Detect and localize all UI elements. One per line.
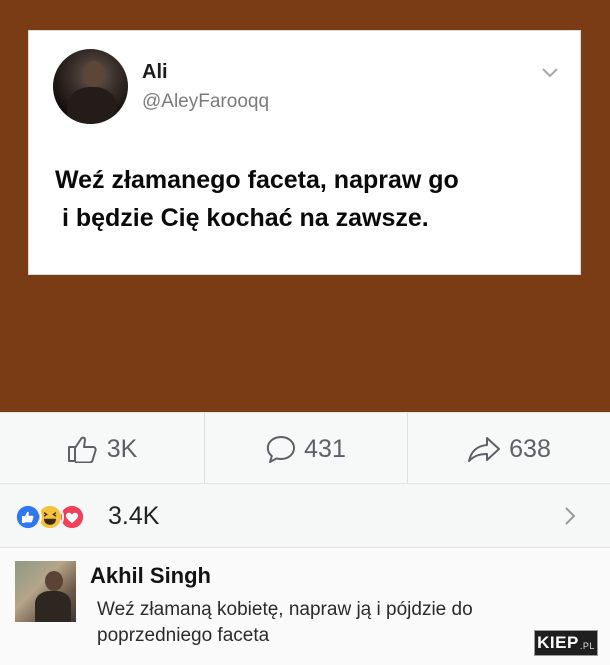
watermark-text: KIEP [537,633,579,652]
reactions-summary[interactable]: 3.4K [0,484,610,548]
comment-bubble-icon [266,436,296,463]
author-avatar[interactable] [53,49,128,124]
reaction-count: 3.4K [108,502,160,530]
avatar-figure-body [35,591,71,622]
comment-count: 431 [304,434,346,463]
watermark-suffix: .PL [579,640,595,651]
avatar-figure-head [45,571,63,591]
post-action-bar: 3K 431 638 [0,412,610,485]
site-watermark-logo: KIEP .PL [534,630,598,656]
avatar-figure-body [67,87,117,124]
comment-button[interactable]: 431 [205,413,407,485]
tweet-author-name[interactable]: Ali [142,61,168,84]
share-count: 638 [509,434,551,463]
commenter-avatar[interactable] [15,561,76,622]
tweet-card: Ali @AleyFarooqq Weź złamanego faceta, n… [28,30,581,275]
like-reaction-icon [14,503,42,531]
reaction-icons [14,503,104,531]
chevron-right-icon[interactable] [562,504,578,528]
tweet-screenshot-background: Ali @AleyFarooqq Weź złamanego faceta, n… [0,0,610,412]
share-button[interactable]: 638 [408,413,610,485]
share-arrow-icon [468,437,501,462]
comment-author-name[interactable]: Akhil Singh [90,563,211,589]
tweet-author-handle[interactable]: @AleyFarooqq [142,91,269,113]
comment-text: Weź złamaną kobietę, napraw ją i pójdzie… [97,599,473,646]
avatar-figure-head [83,61,105,87]
thumbs-up-icon [67,436,97,463]
like-count: 3K [106,434,138,463]
like-button[interactable]: 3K [0,413,204,485]
tweet-text: Weź złamanego faceta, napraw go i będzie… [55,166,459,232]
comment-item: Akhil Singh Weź złamaną kobietę, napraw … [0,549,610,665]
chevron-down-icon[interactable] [539,65,561,81]
